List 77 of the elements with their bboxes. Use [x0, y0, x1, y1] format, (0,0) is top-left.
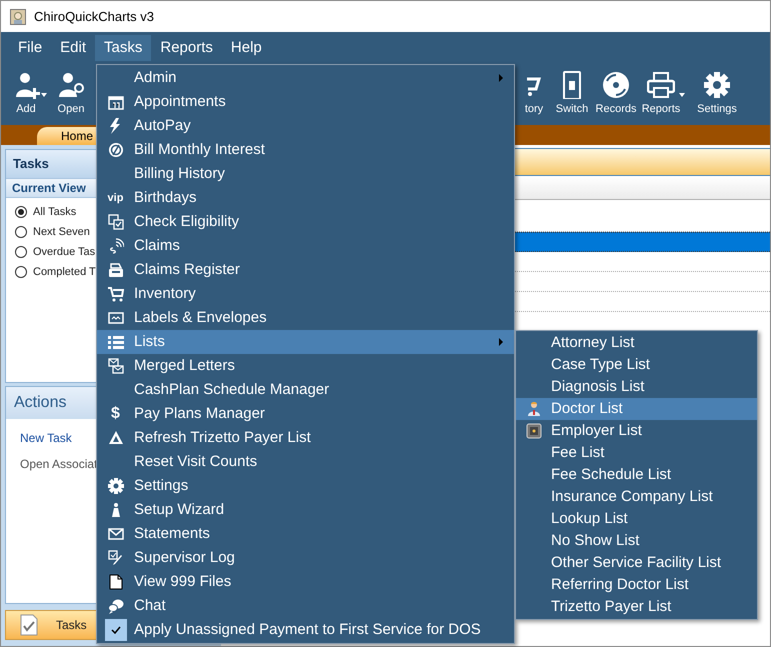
menu-item[interactable]: View 999 Files — [97, 570, 514, 594]
radio-button[interactable] — [15, 206, 27, 218]
toolbar-button[interactable]: Reports — [639, 64, 683, 125]
menu-item[interactable]: Referring Doctor List — [516, 574, 757, 596]
menu-item[interactable]: Chat — [97, 594, 514, 618]
menu-item[interactable]: Merged Letters — [97, 354, 514, 378]
toolbar-button[interactable]: Switch — [551, 64, 593, 125]
safe-icon — [526, 423, 542, 439]
radio-button[interactable] — [15, 226, 27, 238]
menu-item[interactable]: Claims — [97, 234, 514, 258]
person-search-icon — [57, 71, 85, 100]
envelope-icon — [108, 526, 124, 542]
menu-item[interactable]: Trizetto Payer List — [516, 596, 757, 618]
menu-item[interactable]: Appointments — [97, 90, 514, 114]
letters-icon — [108, 358, 124, 374]
gear-icon — [108, 478, 124, 494]
menu-item[interactable]: Employer List — [516, 420, 757, 442]
calendar-icon — [108, 94, 124, 110]
checklist-pencil-icon — [108, 550, 124, 566]
doctor-figure-icon — [526, 401, 542, 417]
menu-item[interactable]: No Show List — [516, 530, 757, 552]
radio-label: All Tasks — [33, 204, 76, 220]
toolbar-button[interactable]: Open — [51, 64, 91, 125]
menu-item[interactable]: Doctor List — [516, 398, 757, 420]
menu-item[interactable]: Settings — [97, 474, 514, 498]
menu-item[interactable]: Tasks — [95, 35, 152, 61]
menu-item[interactable]: Help — [222, 35, 271, 61]
menu-item[interactable]: Refresh Trizetto Payer List — [97, 426, 514, 450]
menu-item[interactable]: Lists — [97, 330, 514, 354]
disc-icon — [602, 71, 630, 100]
menu-item[interactable]: Labels & Envelopes — [97, 306, 514, 330]
toolbar-button[interactable]: Records — [593, 64, 639, 125]
speech-bubbles-icon — [108, 598, 124, 614]
radio-label: Next Seven — [33, 224, 90, 240]
radio-label: Overdue Tas — [33, 244, 96, 260]
document-check-icon — [20, 614, 38, 636]
menu-item[interactable]: Case Type List — [516, 354, 757, 376]
menu-item[interactable]: File — [9, 35, 52, 61]
checkbox-stack-icon — [108, 214, 124, 230]
menu-item[interactable]: Statements — [97, 522, 514, 546]
toolbar-button[interactable]: Settings — [689, 64, 745, 125]
no-sign-icon — [108, 142, 124, 158]
signal-dollar-icon — [108, 238, 124, 254]
envelope-card-icon — [108, 310, 124, 326]
toolbar-button[interactable]: tory — [517, 64, 551, 125]
printer-icon — [647, 71, 675, 100]
menu-item[interactable]: Fee Schedule List — [516, 464, 757, 486]
list-icon — [108, 334, 124, 350]
action-text: Open Associat — [20, 456, 98, 473]
window-title: ChiroQuickCharts v3 — [34, 8, 154, 26]
menu-item[interactable]: Reset Visit Counts — [97, 450, 514, 474]
toolbar-button[interactable]: Add — [7, 64, 45, 125]
menu-item[interactable]: Insurance Company List — [516, 486, 757, 508]
menu-item[interactable]: Lookup List — [516, 508, 757, 530]
menu-item[interactable]: Setup Wizard — [97, 498, 514, 522]
menu-item[interactable]: Reports — [151, 35, 222, 61]
document-icon — [108, 574, 124, 590]
radio-button[interactable] — [15, 266, 27, 278]
menu-item[interactable]: Inventory — [97, 282, 514, 306]
app-logo-icon — [10, 8, 26, 24]
menu-item[interactable]: Other Service Facility List — [516, 552, 757, 574]
menu-item[interactable]: Attorney List — [516, 332, 757, 354]
radio-label: Completed T — [33, 264, 96, 280]
menu-item[interactable]: Apply Unassigned Payment to First Service for DOS — [97, 618, 514, 642]
menu-item[interactable]: Admin — [97, 66, 514, 90]
new-task-link[interactable]: New Task — [20, 428, 72, 447]
menu-item[interactable]: Diagnosis List — [516, 376, 757, 398]
gear-icon — [703, 71, 731, 100]
radio-button[interactable] — [15, 246, 27, 258]
menu-item[interactable]: Check Eligibility — [97, 210, 514, 234]
menu-item[interactable]: Fee List — [516, 442, 757, 464]
register-icon — [108, 262, 124, 278]
menu-item[interactable]: Claims Register — [97, 258, 514, 282]
menu-item[interactable]: Edit — [51, 35, 96, 61]
menu-item[interactable]: Supervisor Log — [97, 546, 514, 570]
checkbox[interactable] — [104, 619, 126, 641]
check-icon — [110, 626, 120, 634]
